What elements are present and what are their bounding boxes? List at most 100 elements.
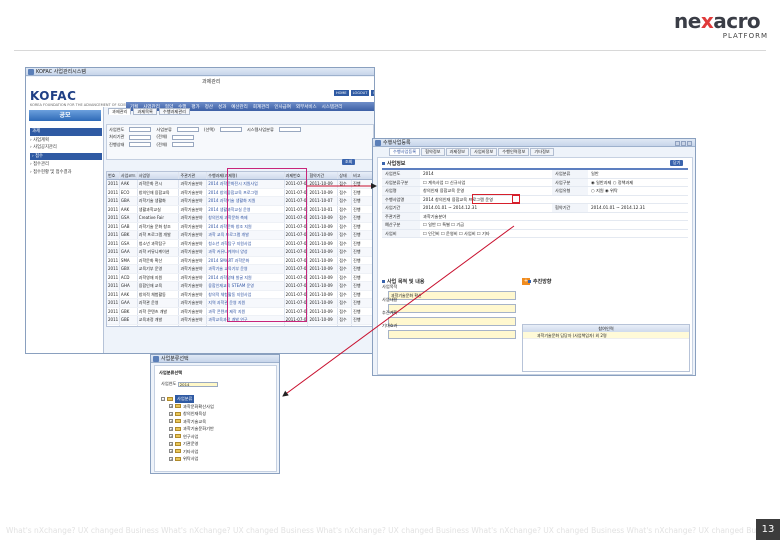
form-value[interactable]: 2014 창의인재 융합교육 프로그램 운영 (420, 196, 688, 204)
register-tab[interactable]: 수행사업등록 (389, 148, 421, 156)
textarea-field[interactable]: 과학기술문화 확산 (388, 291, 516, 300)
main-menu-item[interactable]: 인사급여 (274, 104, 291, 110)
grid-cell: 접수 (338, 222, 353, 230)
expand-icon[interactable]: + (169, 456, 173, 461)
main-menu-item[interactable]: 외부서비스 (296, 104, 317, 110)
filter-row: 사업연도 사업분류 (선택) 시스템사업분류 (109, 126, 371, 134)
grid-cell: 2011 (107, 324, 120, 326)
register-tab[interactable]: 과제정보 (445, 148, 469, 156)
expand-icon[interactable]: + (169, 419, 173, 424)
maximize-icon[interactable] (681, 141, 686, 146)
main-menu-item[interactable]: 성과 (218, 104, 226, 110)
tree-item[interactable]: + 과학문화확산사업 (161, 403, 273, 411)
form-value[interactable]: 일반 (588, 170, 688, 178)
grid-column-header[interactable]: 사업명 (138, 172, 180, 179)
filter-select[interactable] (278, 127, 301, 133)
sidebar-item[interactable]: › 사업공지관리 (30, 144, 102, 152)
sidebar-item[interactable]: › 접수관리 (30, 161, 102, 169)
screen-tab[interactable]: 과제관리 (108, 108, 132, 115)
textarea-field[interactable] (388, 330, 516, 339)
lookup-button-highlight[interactable] (512, 195, 520, 203)
tree-item[interactable]: + 기관운영 (161, 440, 273, 448)
grid-cell: 진행 (352, 299, 373, 307)
main-menu-item[interactable]: 예산관리 (231, 104, 248, 110)
form-value[interactable]: ☐ 일반 ☐ 특별 ☐ 기금 (420, 221, 688, 229)
expand-icon[interactable]: - (161, 396, 165, 401)
filter-select[interactable] (172, 134, 195, 140)
filter-label: (전체) (156, 134, 168, 140)
grid-column-header[interactable]: 상태 (338, 172, 353, 179)
sidebar-item[interactable]: › 접수 (30, 152, 102, 160)
screen-title: 과제관리 (202, 79, 221, 85)
grid-column-header[interactable]: 주관기관 (179, 172, 208, 179)
tree-item[interactable]: + 연구사업 (161, 433, 273, 441)
sidebar-item[interactable]: › 사업계획 (30, 137, 102, 145)
minimize-icon[interactable] (675, 141, 680, 146)
textarea-field[interactable] (388, 304, 516, 313)
header-divider (14, 50, 766, 51)
filter-select[interactable] (176, 127, 199, 133)
table-row[interactable]: 2011AAB창의교육 확산과학기술분야창의교육 거점센터 운영2011-07-… (107, 324, 373, 326)
grid-cell: 2011 (108, 299, 120, 307)
expand-icon[interactable]: + (169, 411, 173, 416)
expand-icon[interactable]: + (169, 441, 173, 446)
filter-select[interactable] (129, 134, 152, 140)
form-value[interactable]: 2014.01.01 ~ 2014.12.31 (588, 204, 688, 212)
screen-tab[interactable]: 수행과제관리 (158, 108, 190, 115)
form-label: 사업유형 (552, 187, 588, 195)
close-button[interactable]: 닫기 (670, 160, 684, 166)
tree-item[interactable]: + 기타사업 (161, 448, 273, 456)
close-icon[interactable] (687, 141, 692, 146)
main-menu-item[interactable]: 정산 (205, 104, 213, 110)
screen-tabs: 과제관리 과제목록 수행과제관리 (108, 108, 190, 115)
textarea-field[interactable] (388, 317, 516, 326)
register-tab[interactable]: 협약정보 (421, 148, 445, 156)
tree-item[interactable]: - 사업분류 (161, 395, 273, 403)
grid-column-header[interactable]: 협약기간 (308, 172, 339, 179)
screen-tab[interactable]: 과제목록 (133, 108, 157, 115)
grid-column-header[interactable]: 번호 (107, 172, 120, 179)
tree-item[interactable]: + 위탁사업 (161, 455, 273, 463)
tree-item[interactable]: + 과학기술교육 (161, 418, 273, 426)
top-button[interactable]: HOME (334, 90, 349, 96)
form-value[interactable]: 2014.01.01 ~ 2014.12.31 (420, 204, 552, 212)
top-button[interactable]: LOGOUT (350, 90, 370, 96)
expand-icon[interactable]: + (169, 449, 173, 454)
main-menu-item[interactable]: 회계관리 (253, 104, 270, 110)
folder-icon (175, 411, 181, 416)
form-value[interactable]: ○ 지원 ◉ 위탁 (588, 187, 688, 195)
grid-cell: ACD (120, 273, 138, 281)
main-menu-item[interactable]: 시스템관리 (322, 104, 343, 110)
form-value[interactable]: ◉ 일반과제 ○ 정책과제 (588, 179, 688, 187)
year-combo[interactable]: 사업연도 2014 (161, 381, 218, 387)
tree-item[interactable]: + 창의인재육성 (161, 410, 273, 418)
filter-select[interactable] (129, 142, 152, 148)
register-tab[interactable]: 사업비정보 (469, 148, 498, 156)
grid-cell: 2011-10-01 (308, 205, 339, 213)
search-button[interactable]: 조회 (342, 159, 356, 165)
register-tab[interactable]: 기타정보 (530, 148, 554, 156)
app-icon (28, 69, 34, 75)
filter-select[interactable] (219, 127, 242, 133)
main-menu-item[interactable]: 평가 (191, 104, 199, 110)
year-value[interactable]: 2014 (177, 381, 218, 387)
sidebar-item[interactable]: 과제 (30, 128, 102, 136)
grid-column-header[interactable]: 비고 (352, 172, 373, 179)
form-value[interactable]: 2014 (420, 170, 552, 178)
form-value[interactable]: ☐ 인건비 ☐ 운영비 ☐ 사업비 ☐ 기타 (420, 230, 688, 238)
category-select-window: 사업분류선택 사업분류선택 사업연도 2014 - 사업분류 + 과학문화확산사업 + 창… (150, 354, 280, 474)
filter-select[interactable] (129, 127, 152, 133)
grid-cell: 접수 (338, 214, 353, 222)
form-value[interactable]: 과학기술분야 (420, 213, 688, 221)
tree-item[interactable]: + 과학기술문화기반 (161, 425, 273, 433)
expand-icon[interactable]: + (169, 434, 173, 439)
expand-icon[interactable]: + (169, 426, 173, 431)
sidebar-item[interactable]: › 접수현황 및 접수결과 (30, 169, 102, 177)
expand-icon[interactable]: + (169, 404, 173, 409)
top-button[interactable]: HELP (371, 90, 374, 96)
register-tab[interactable]: 수행인력정보 (498, 148, 530, 156)
form-value[interactable]: ☐ 계속사업 ☐ 신규사업 (420, 179, 552, 187)
filter-select[interactable] (172, 142, 195, 148)
grid-column-header[interactable]: 사업코드 (120, 172, 138, 179)
participant-row[interactable]: 과학기술문화 담당자 (사업책임자) 외 2명 (523, 332, 689, 339)
